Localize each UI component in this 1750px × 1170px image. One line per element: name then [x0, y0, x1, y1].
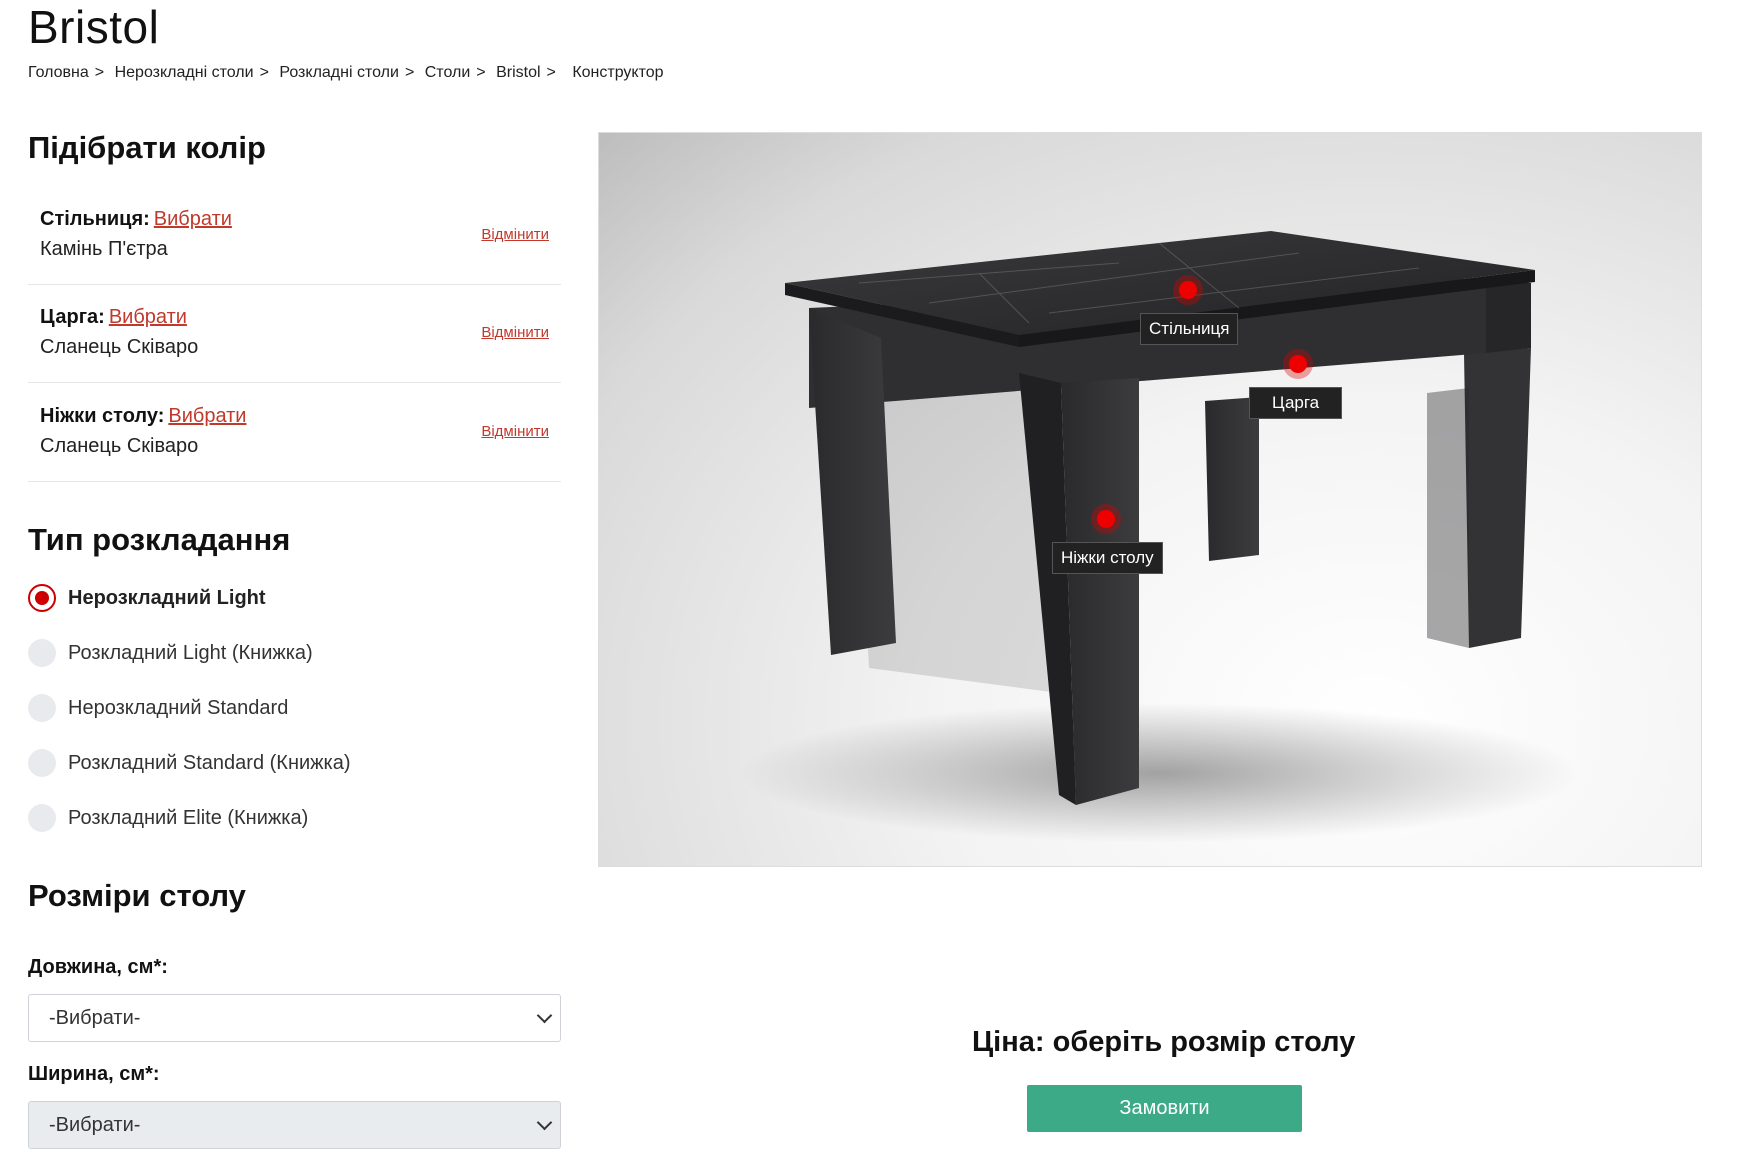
radio-label: Розкладний Standard (Книжка) [68, 751, 351, 774]
radio-dot[interactable] [28, 584, 56, 612]
table-3d-viewer[interactable]: Стільниця Царга Ніжки столу [598, 132, 1702, 867]
choose-tabletop-link[interactable]: Вибрати [154, 208, 232, 230]
radio-label: Нерозкладний Standard [68, 696, 289, 719]
leg-shade [1427, 388, 1469, 648]
width-label: Ширина, см*: [28, 1063, 160, 1085]
color-row-value: Сланець Сківаро [40, 336, 199, 358]
radio-nonfolding-standard[interactable]: Нерозкладний Standard [28, 692, 288, 724]
cancel-legs-link[interactable]: Відмінити [481, 423, 549, 440]
color-row-label: Ніжки столу: [40, 405, 165, 427]
breadcrumb-current: Конструктор [572, 64, 664, 81]
back-leg-left [1205, 397, 1259, 561]
color-row-label: Царга: [40, 306, 105, 328]
price-text: Ціна: оберіть розмір столу [972, 1026, 1356, 1058]
color-row-value: Сланець Сківаро [40, 435, 199, 457]
size-section-title: Розміри столу [28, 878, 246, 913]
color-row-apron: Царга: Вибрати Сланець Сківаро Відмінити [28, 284, 561, 383]
breadcrumb-separator: > [476, 64, 486, 81]
length-select[interactable]: -Вибрати- [28, 994, 561, 1042]
page-title: Bristol [28, 1, 160, 53]
order-button[interactable]: Замовити [1027, 1085, 1302, 1132]
width-select-value: -Вибрати- [49, 1113, 141, 1136]
hotspot-tabletop[interactable] [1179, 281, 1197, 299]
back-leg-right [1464, 348, 1531, 648]
radio-dot[interactable] [28, 694, 56, 722]
color-row-tabletop: Стільниця: Вибрати Камінь П'єтра Відмінит… [28, 186, 561, 285]
radio-label: Розкладний Elite (Книжка) [68, 806, 309, 829]
length-select-value: -Вибрати- [49, 1006, 141, 1029]
layout-section-title: Тип розкладання [28, 522, 291, 557]
breadcrumb-separator: > [404, 64, 415, 81]
chevron-down-icon [536, 1114, 553, 1131]
radio-nonfolding-light[interactable]: Нерозкладний Light [28, 582, 266, 614]
hotspot-legs-tag[interactable]: Ніжки столу [1052, 542, 1163, 574]
hotspot-tabletop-tag[interactable]: Стільниця [1140, 313, 1239, 345]
breadcrumb-nonfolding-tables[interactable]: Нерозкладні столи [115, 64, 254, 81]
radio-dot[interactable] [28, 749, 56, 777]
table-shadow [739, 703, 1579, 843]
breadcrumb-separator: > [259, 64, 269, 81]
cancel-apron-link[interactable]: Відмінити [481, 324, 549, 341]
radio-folding-elite[interactable]: Розкладний Elite (Книжка) [28, 802, 308, 834]
choose-legs-link[interactable]: Вибрати [168, 405, 246, 427]
width-select[interactable]: -Вибрати- [28, 1101, 561, 1149]
radio-label: Нерозкладний Light [68, 586, 266, 609]
radio-folding-light[interactable]: Розкладний Light (Книжка) [28, 637, 313, 669]
color-section-title: Підібрати колір [28, 130, 266, 165]
breadcrumb-separator: > [546, 64, 556, 81]
table-render [739, 231, 1579, 843]
breadcrumb-bristol[interactable]: Bristol [496, 64, 540, 81]
breadcrumb-folding-tables[interactable]: Розкладні столи [279, 64, 399, 81]
cancel-tabletop-link[interactable]: Відмінити [481, 226, 549, 243]
color-row-value: Камінь П'єтра [40, 238, 168, 260]
color-row-label: Стільниця: [40, 208, 150, 230]
hotspot-legs[interactable] [1097, 510, 1115, 528]
radio-dot[interactable] [28, 804, 56, 832]
breadcrumb-tables[interactable]: Столи [425, 64, 471, 81]
color-row-legs: Ніжки столу: Вибрати Сланець Сківаро Відм… [28, 383, 561, 482]
radio-dot[interactable] [28, 639, 56, 667]
breadcrumb-separator: > [94, 64, 105, 81]
chevron-down-icon [536, 1007, 553, 1024]
hotspot-apron[interactable] [1289, 355, 1307, 373]
radio-folding-standard[interactable]: Розкладний Standard (Книжка) [28, 747, 351, 779]
radio-label: Розкладний Light (Книжка) [68, 641, 313, 664]
choose-apron-link[interactable]: Вибрати [109, 306, 187, 328]
breadcrumb: Головна > Нерозкладні столи > Розкладні ст… [28, 64, 670, 82]
length-label: Довжина, см*: [28, 956, 168, 978]
breadcrumb-home[interactable]: Головна [28, 64, 89, 81]
apron-side [1486, 278, 1531, 353]
hotspot-apron-tag[interactable]: Царга [1249, 387, 1343, 419]
